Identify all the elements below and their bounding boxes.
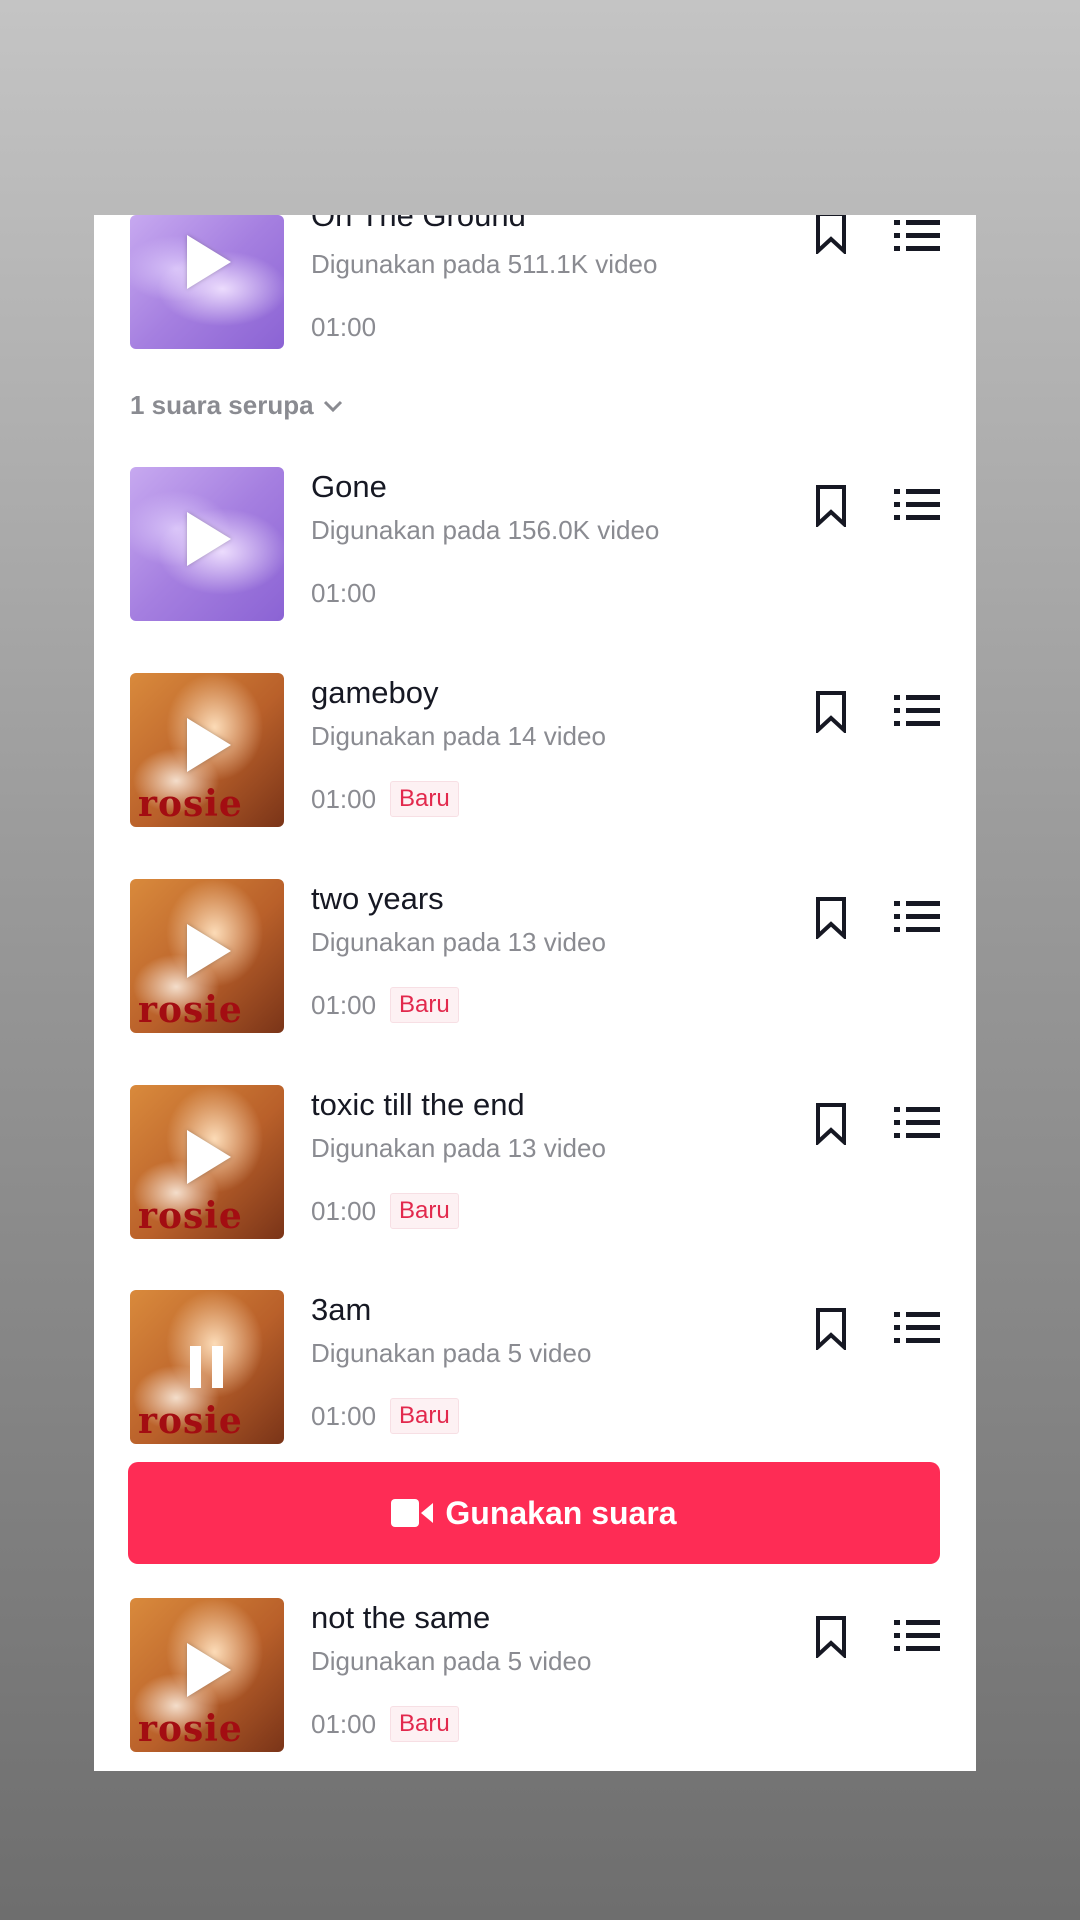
song-duration: 01:00 — [311, 1709, 377, 1739]
song-cover[interactable]: rosie — [130, 1290, 284, 1444]
song-item[interactable]: rosie not the same Digunakan pada 5 vide… — [94, 1598, 976, 1768]
play-icon[interactable] — [187, 512, 231, 566]
song-cover[interactable]: rosie — [130, 1085, 284, 1239]
use-sound-button[interactable]: Gunakan suara — [128, 1462, 940, 1564]
similar-sounds-label: 1 suara serupa — [130, 390, 314, 420]
new-badge: Baru — [390, 1398, 459, 1434]
new-badge: Baru — [390, 1706, 459, 1742]
song-title: not the same — [311, 1600, 491, 1635]
song-usage: Digunakan pada 5 video — [311, 1338, 592, 1368]
similar-sounds-toggle[interactable]: 1 suara serupa — [130, 390, 344, 421]
song-duration: 01:00 — [311, 990, 377, 1020]
bookmark-icon[interactable] — [814, 215, 848, 254]
playlist-icon[interactable] — [894, 693, 940, 729]
new-badge: Baru — [390, 781, 459, 817]
cover-art-text: rosie — [138, 989, 243, 1031]
song-usage: Digunakan pada 14 video — [311, 721, 606, 751]
cover-art-text: rosie — [138, 1400, 243, 1442]
song-item[interactable]: On The Ground Digunakan pada 511.1K vide… — [94, 215, 976, 390]
play-icon[interactable] — [187, 235, 231, 289]
playlist-icon[interactable] — [894, 487, 940, 523]
song-cover[interactable]: rosie — [130, 879, 284, 1033]
bookmark-icon[interactable] — [814, 1308, 848, 1350]
song-duration: 01:00 — [311, 578, 377, 608]
cover-art-text: rosie — [138, 783, 243, 825]
play-icon[interactable] — [187, 1130, 231, 1184]
playlist-icon[interactable] — [894, 1310, 940, 1346]
cover-art-text: rosie — [138, 1195, 243, 1237]
song-duration: 01:00 — [311, 1401, 377, 1431]
sound-list-panel: On The Ground Digunakan pada 511.1K vide… — [94, 215, 976, 1771]
new-badge: Baru — [390, 987, 459, 1023]
song-usage: Digunakan pada 511.1K video — [311, 249, 658, 279]
song-title: Gone — [311, 469, 387, 504]
chevron-down-icon — [323, 400, 342, 412]
playlist-icon[interactable] — [894, 1105, 940, 1141]
song-duration: 01:00 — [311, 784, 377, 814]
song-title: toxic till the end — [311, 1087, 525, 1122]
new-badge: Baru — [390, 1193, 459, 1229]
play-icon[interactable] — [187, 1643, 231, 1697]
bookmark-icon[interactable] — [814, 1103, 848, 1145]
song-duration: 01:00 — [311, 1196, 377, 1226]
bookmark-icon[interactable] — [814, 897, 848, 939]
song-usage: Digunakan pada 156.0K video — [311, 515, 660, 545]
song-item[interactable]: rosie two years Digunakan pada 13 video … — [94, 879, 976, 1049]
song-usage: Digunakan pada 13 video — [311, 1133, 606, 1163]
pause-icon[interactable] — [190, 1346, 224, 1388]
song-cover[interactable] — [130, 467, 284, 621]
play-icon[interactable] — [187, 718, 231, 772]
bookmark-icon[interactable] — [814, 691, 848, 733]
song-item[interactable]: Gone Digunakan pada 156.0K video 01:00 — [94, 467, 976, 637]
playlist-icon[interactable] — [894, 218, 940, 254]
song-item[interactable]: rosie 3am Digunakan pada 5 video 01:00 B… — [94, 1290, 976, 1460]
song-title: two years — [311, 881, 444, 916]
song-item[interactable]: rosie toxic till the end Digunakan pada … — [94, 1085, 976, 1255]
song-cover[interactable] — [130, 215, 284, 349]
cover-art-text: rosie — [138, 1708, 243, 1750]
song-cover[interactable]: rosie — [130, 673, 284, 827]
song-duration: 01:00 — [311, 312, 377, 342]
song-usage: Digunakan pada 13 video — [311, 927, 606, 957]
play-icon[interactable] — [187, 924, 231, 978]
bookmark-icon[interactable] — [814, 1616, 848, 1658]
bookmark-icon[interactable] — [814, 485, 848, 527]
use-sound-label: Gunakan suara — [445, 1494, 677, 1531]
video-camera-icon — [391, 1499, 434, 1527]
song-title: 3am — [311, 1292, 372, 1327]
playlist-icon[interactable] — [894, 899, 940, 935]
song-usage: Digunakan pada 5 video — [311, 1646, 592, 1676]
song-item[interactable]: rosie gameboy Digunakan pada 14 video 01… — [94, 673, 976, 843]
song-title: gameboy — [311, 675, 439, 710]
song-title: On The Ground — [311, 215, 526, 233]
playlist-icon[interactable] — [894, 1618, 940, 1654]
song-cover[interactable]: rosie — [130, 1598, 284, 1752]
